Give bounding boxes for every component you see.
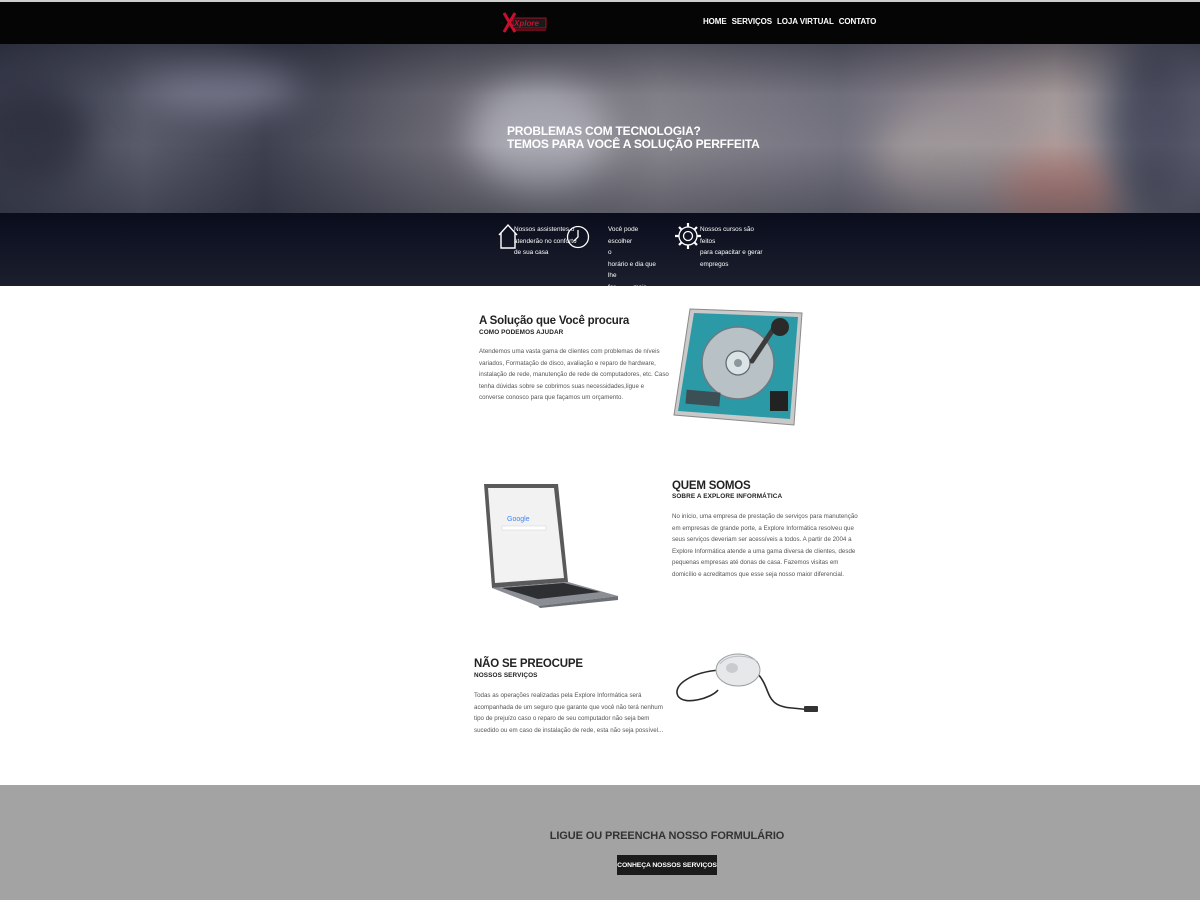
feature-line: para capacitar e gerar	[700, 249, 763, 256]
section-quem-somos-body: No início, uma empresa de prestação de s…	[672, 511, 872, 580]
conheca-servicos-button[interactable]: CONHEÇA NOSSOS SERVIÇOS	[617, 855, 717, 875]
hero-headline: PROBLEMAS COM TECNOLOGIA? TEMOS PARA VOC…	[507, 125, 760, 151]
footer-cta	[0, 785, 1200, 900]
feature-gear-text: Nossos cursos são feitos para capacitar …	[700, 224, 766, 270]
feature-line: for mais	[608, 283, 647, 291]
nav-home-link[interactable]: HOME	[703, 17, 727, 26]
top-navbar: Xplore HOME SERVIÇOS LOJA VIRTUAL CONTAT…	[0, 0, 1200, 44]
section-solucao-title: A Solução que Você procura	[479, 315, 630, 327]
main-menu: HOME SERVIÇOS LOJA VIRTUAL CONTATO	[703, 17, 876, 26]
body-line: Explore Informática atende a uma gama di…	[672, 547, 856, 555]
google-logo-text: Google	[507, 516, 530, 523]
clock-icon	[566, 223, 590, 251]
logo-text: Xplore	[513, 19, 539, 28]
body-line: em empresas de grande porte, a Explore I…	[672, 524, 854, 532]
feature-line: empregos	[700, 260, 729, 268]
body-line: domicílio e acreditamos que esse seja no…	[672, 570, 844, 578]
body-line: tenha dúvidas sobre se cobrimos suas nec…	[479, 382, 645, 390]
feature-clock-text: Você pode escolher o horário e dia que l…	[608, 224, 664, 305]
section-solucao-body: Atendemos uma vasta gama de clientes com…	[479, 346, 669, 404]
hero-banner: PROBLEMAS COM TECNOLOGIA? TEMOS PARA VOC…	[0, 44, 1200, 213]
body-line: pequenas empresas até donas de casa. Faz…	[672, 559, 839, 566]
nav-contato-link[interactable]: CONTATO	[839, 17, 877, 26]
nav-loja-virtual-link[interactable]: LOJA VIRTUAL	[777, 17, 834, 26]
section-nao-se-preocupe-title: NÃO SE PREOCUPE	[474, 658, 583, 670]
feature-line: conveniente	[608, 295, 643, 302]
section-quem-somos-title: QUEM SOMOS	[672, 480, 751, 492]
body-line: converse conosco para que façamos um orç…	[479, 394, 624, 401]
hard-drive-image	[672, 305, 804, 427]
body-line: instalação de rede, manutenção de rede d…	[479, 371, 669, 378]
feature-line: horário e dia que lhe	[608, 260, 656, 280]
body-line: tipo de prejuízo caso o reparo de seu co…	[474, 715, 650, 722]
body-line: acompanhada de um seguro que garante que…	[474, 703, 663, 711]
feature-line: feitos	[700, 237, 716, 245]
body-line: sucedido ou em caso de instalação de red…	[474, 726, 664, 734]
site-logo[interactable]: Xplore	[500, 10, 548, 36]
section-nao-se-preocupe-body: Todas as operações realizadas pela Explo…	[474, 690, 664, 736]
features-bar: Nossos assistentes o atenderão no confor…	[0, 213, 1200, 302]
mouse-image	[672, 650, 822, 716]
body-line: seus serviços deveriam ser acessíveis a …	[672, 536, 852, 543]
feature-line: Nossos cursos são	[700, 226, 754, 233]
gear-icon	[674, 221, 702, 251]
section-solucao-subtitle: COMO PODEMOS AJUDAR	[479, 329, 564, 336]
nav-servicos-link[interactable]: SERVIÇOS	[732, 17, 773, 26]
section-nao-se-preocupe-subtitle: NOSSOS SERVIÇOS	[474, 672, 538, 679]
body-line: Atendemos uma vasta gama de clientes com…	[479, 348, 660, 355]
section-quem-somos-subtitle: SOBRE A EXPLORE INFORMÁTICA	[672, 493, 783, 500]
body-line: No início, uma empresa de prestação de s…	[672, 513, 858, 520]
laptop-image: Google	[482, 484, 620, 608]
body-line: variados, Formatação de disco, avaliação…	[479, 359, 656, 367]
feature-line: o	[608, 249, 612, 256]
footer-cta-title: LIGUE OU PREENCHA NOSSO FORMULÁRIO	[549, 830, 785, 842]
body-line: Todas as operações realizadas pela Explo…	[474, 692, 642, 699]
feature-line: Você pode escolher	[608, 226, 639, 245]
hero-line-2: TEMOS PARA VOCÊ A SOLUÇÃO PERFFEITA	[507, 137, 760, 151]
